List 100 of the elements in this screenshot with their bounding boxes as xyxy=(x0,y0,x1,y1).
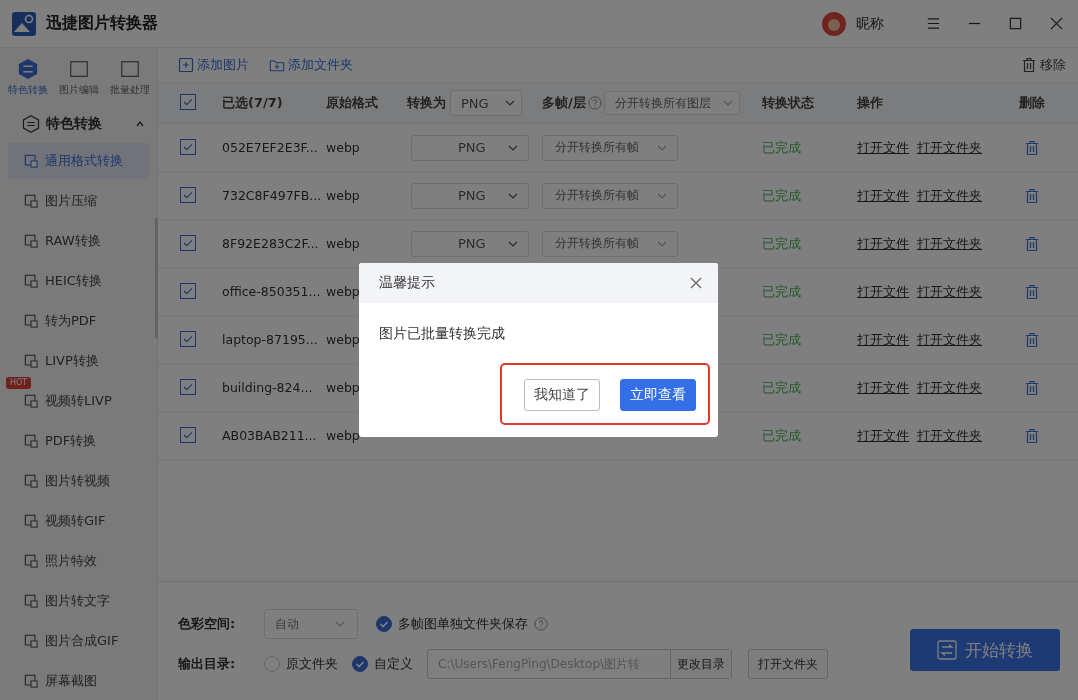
user-name[interactable]: 昵称 xyxy=(856,14,884,33)
checkbox[interactable] xyxy=(376,616,392,632)
row-checkbox[interactable] xyxy=(180,378,196,395)
row-checkbox[interactable] xyxy=(180,186,196,203)
help-icon[interactable] xyxy=(587,96,602,110)
open-file-link[interactable]: 打开文件 xyxy=(857,234,909,253)
delete-icon[interactable] xyxy=(1024,331,1040,348)
file-name: office-850351... xyxy=(222,284,321,299)
frames-dropdown[interactable]: 分开转换所有帧 xyxy=(542,182,678,209)
column-header: 已选(7/7) xyxy=(222,95,283,110)
radio-button[interactable] xyxy=(352,656,368,672)
sidebar-item[interactable]: 屏幕截图 xyxy=(8,663,149,699)
delete-icon[interactable] xyxy=(1024,283,1040,300)
image-icon xyxy=(24,154,38,168)
sidebar-item[interactable]: HEIC转换 xyxy=(8,263,149,299)
sidebar-item[interactable]: 图片转视频 xyxy=(8,463,149,499)
row-checkbox[interactable] xyxy=(180,282,196,299)
column-header: 原始格式 xyxy=(326,95,378,110)
open-file-link[interactable]: 打开文件 xyxy=(857,378,909,397)
chevron-down-icon xyxy=(657,144,667,151)
open-file-link[interactable]: 打开文件 xyxy=(857,282,909,301)
format-dropdown[interactable]: PNG xyxy=(450,90,522,116)
row-checkbox[interactable] xyxy=(180,426,196,443)
open-file-link[interactable]: 打开文件 xyxy=(857,138,909,157)
mode-tab[interactable]: 特色转换 xyxy=(7,58,48,97)
row-checkbox[interactable] xyxy=(180,330,196,347)
hot-badge: HOT xyxy=(6,377,32,389)
app-title: 迅捷图片转换器 xyxy=(46,13,158,34)
open-folder-link[interactable]: 打开文件夹 xyxy=(917,282,982,301)
file-format: webp xyxy=(326,428,360,443)
close-icon[interactable] xyxy=(690,277,702,289)
remove-button[interactable]: 移除 xyxy=(1021,56,1066,74)
sidebar-item[interactable]: 照片特效 xyxy=(8,543,149,579)
column-header: 删除 xyxy=(1019,94,1045,112)
sidebar-item[interactable]: 图片压缩 xyxy=(8,183,149,219)
add-image-button[interactable]: 添加图片 xyxy=(178,56,249,74)
sidebar-item[interactable]: PDF转换 xyxy=(8,423,149,459)
delete-icon[interactable] xyxy=(1024,427,1040,444)
format-dropdown[interactable]: PNG xyxy=(411,182,529,209)
file-name: AB03BAB211... xyxy=(222,428,317,443)
add-folder-button[interactable]: 添加文件夹 xyxy=(269,56,353,74)
image-icon xyxy=(24,514,38,528)
open-folder-link[interactable]: 打开文件夹 xyxy=(917,138,982,157)
mode-tab[interactable]: 图片编辑 xyxy=(58,58,99,97)
open-folder-link[interactable]: 打开文件夹 xyxy=(917,330,982,349)
delete-icon[interactable] xyxy=(1024,187,1040,204)
file-format: webp xyxy=(326,236,360,251)
open-file-link[interactable]: 打开文件 xyxy=(857,186,909,205)
chevron-down-icon xyxy=(508,144,518,151)
open-folder-button[interactable]: 打开文件夹 xyxy=(748,649,828,679)
file-name: building-824... xyxy=(222,380,313,395)
delete-icon[interactable] xyxy=(1024,139,1040,156)
open-folder-link[interactable]: 打开文件夹 xyxy=(917,234,982,253)
dialog-title: 温馨提示 xyxy=(379,274,435,292)
delete-icon[interactable] xyxy=(1024,379,1040,396)
dialog-button[interactable]: 立即查看 xyxy=(620,379,696,411)
open-folder-link[interactable]: 打开文件夹 xyxy=(917,378,982,397)
chevron-down-icon xyxy=(657,192,667,199)
mode-tab[interactable]: 批量处理 xyxy=(109,58,150,97)
dialog-button[interactable]: 我知道了 xyxy=(524,379,600,411)
frames-dropdown[interactable]: 分开转换所有帧 xyxy=(542,134,678,161)
sidebar-item[interactable]: 视频转GIF xyxy=(8,503,149,539)
frames-dropdown[interactable]: 分开转换所有图层 xyxy=(603,91,740,115)
frames-dropdown[interactable]: 分开转换所有帧 xyxy=(542,230,678,257)
sidebar-item[interactable]: 图片合成GIF xyxy=(8,623,149,659)
row-checkbox[interactable] xyxy=(180,234,196,251)
file-name: 732C8F497FB... xyxy=(222,188,322,203)
image-icon xyxy=(24,634,38,648)
sidebar-item[interactable]: RAW转换 xyxy=(8,223,149,259)
file-format: webp xyxy=(326,284,360,299)
open-folder-link[interactable]: 打开文件夹 xyxy=(917,426,982,445)
format-dropdown[interactable]: PNG xyxy=(411,134,529,161)
sidebar-item[interactable]: LIVP转换 xyxy=(8,343,149,379)
delete-icon[interactable] xyxy=(1024,235,1040,252)
maximize-icon[interactable] xyxy=(1008,16,1023,31)
image-icon xyxy=(24,594,38,608)
color-space-dropdown[interactable]: 自动 xyxy=(264,609,358,639)
open-file-link[interactable]: 打开文件 xyxy=(857,426,909,445)
close-icon[interactable] xyxy=(1049,16,1064,31)
sidebar-item[interactable]: 转为PDF xyxy=(8,303,149,339)
image-icon xyxy=(24,674,38,688)
row-checkbox[interactable] xyxy=(180,138,196,155)
format-dropdown[interactable]: PNG xyxy=(411,230,529,257)
open-file-link[interactable]: 打开文件 xyxy=(857,330,909,349)
trash-icon xyxy=(1021,57,1037,73)
image-icon xyxy=(24,314,38,328)
menu-icon[interactable] xyxy=(926,16,941,31)
image-icon xyxy=(24,394,38,408)
status-text: 已完成 xyxy=(762,283,801,299)
status-text: 已完成 xyxy=(762,427,801,443)
help-icon[interactable] xyxy=(534,617,548,631)
select-all-checkbox[interactable] xyxy=(180,94,196,110)
sidebar-item[interactable]: 通用格式转换 xyxy=(8,143,149,179)
convert-icon xyxy=(22,115,40,133)
avatar-icon[interactable] xyxy=(822,11,846,36)
section-header[interactable]: 特色转换 xyxy=(0,103,157,143)
sidebar-item[interactable]: 图片转文字 xyxy=(8,583,149,619)
open-folder-link[interactable]: 打开文件夹 xyxy=(917,186,982,205)
color-space-label: 色彩空间: xyxy=(177,615,237,633)
start-convert-button[interactable]: 开始转换 xyxy=(910,629,1060,671)
